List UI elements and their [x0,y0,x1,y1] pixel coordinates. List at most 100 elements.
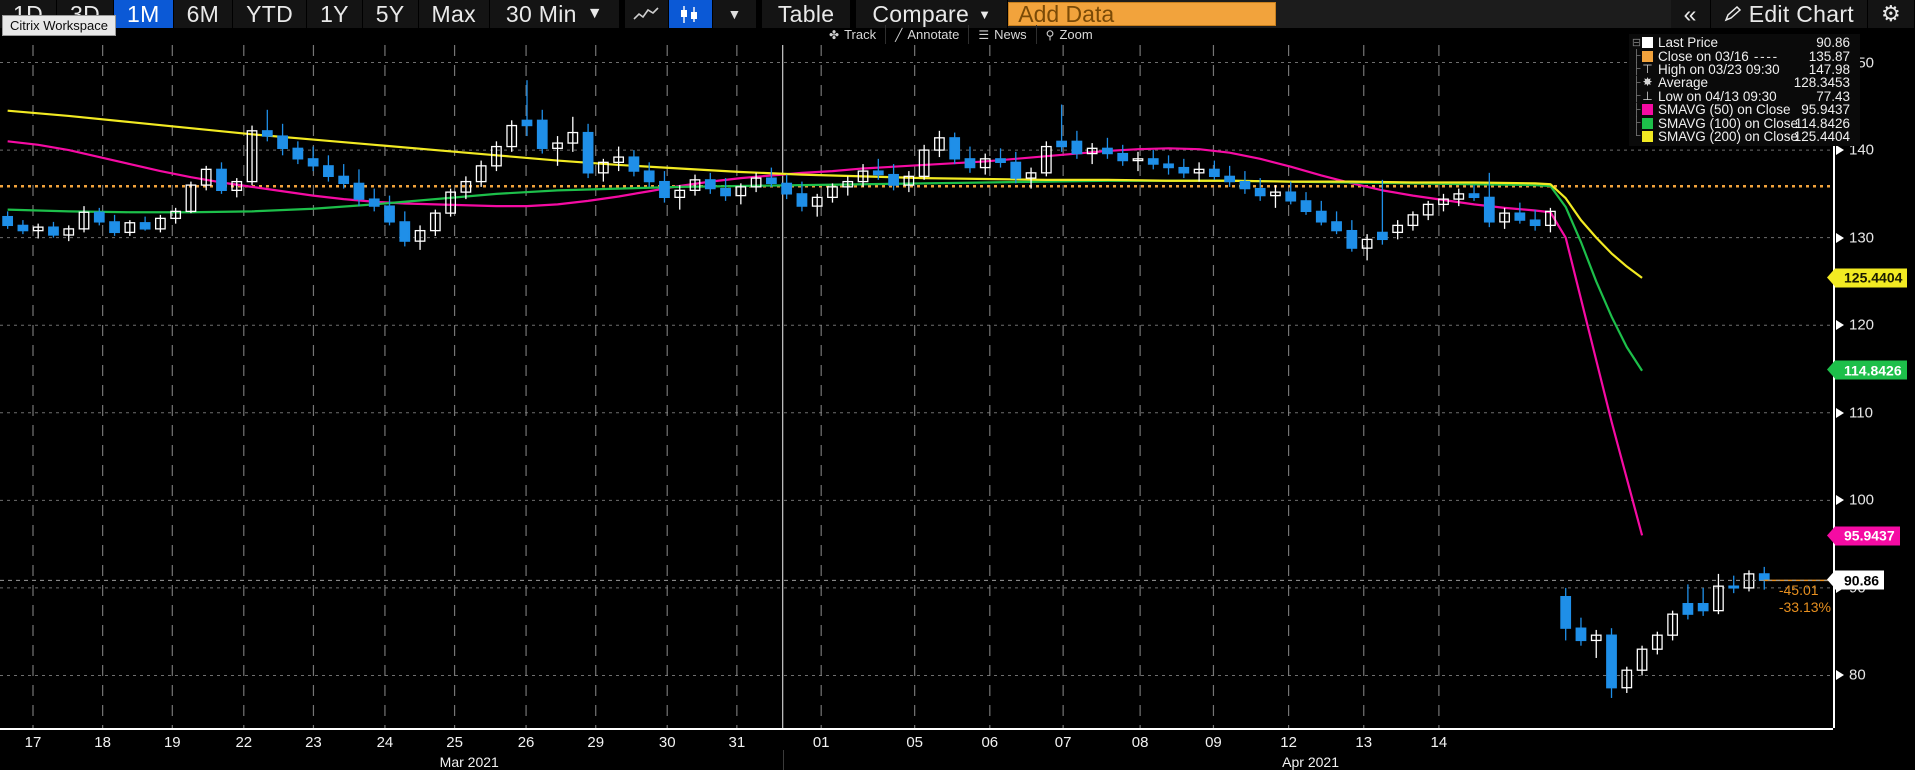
legend-row[interactable]: └ SMAVG (200) on Close 125.4404 [1631,129,1856,144]
magnifier-icon: ⚲ [1045,27,1055,42]
month-label: Apr 2021 [1282,754,1340,770]
tool-label: Zoom [1059,27,1093,42]
legend-tree-icon: ├ [1632,63,1641,76]
range-button-max[interactable]: Max [418,0,490,28]
chart-application: 1D 3D 1M 6M YTD 1Y 5Y Max 30 Min ▼ ▼ Table Comp… [0,0,1915,770]
date-tick-label: 23 [305,734,322,751]
tool-label: Track [844,27,877,42]
date-tick-label: 01 [812,734,830,751]
price-axis[interactable]: 1501401301201101009080125.4404114.842695… [1827,45,1915,728]
price-tick-label: 120 [1849,316,1875,334]
price-tick-arrow [1836,407,1844,418]
compare-label: Compare [872,0,970,27]
price-tick-label: 100 [1849,491,1875,509]
chevron-down-icon: ▼ [727,6,742,22]
price-tick-arrow [1836,320,1844,331]
legend-color-swatch [1642,37,1653,49]
legend-tree-icon: ├ [1632,117,1641,130]
legend-tree-icon: ├ [1632,90,1641,103]
date-tick-label: 09 [1205,734,1222,751]
legend-color-swatch [1642,104,1653,116]
tool-news[interactable]: ☰ News [969,25,1037,44]
interval-selector[interactable]: 30 Min ▼ [489,0,620,28]
date-tick-label: 12 [1280,734,1297,751]
tool-label: Annotate [907,27,960,42]
price-tag-90.86: 90.86 [1827,570,1885,590]
price-tick-arrow [1836,670,1844,681]
price-tag-125.4404: 125.4404 [1827,268,1908,288]
legend-row[interactable]: ├ ⊤ High on 03/23 09:30 147.98 [1631,61,1856,77]
date-tick-label: 31 [728,734,746,751]
price-tag-114.8426: 114.8426 [1827,360,1907,380]
compare-button[interactable]: Compare ▼ [856,0,1009,28]
chevron-down-icon: ▼ [978,6,992,22]
tool-zoom[interactable]: ⚲ Zoom [1037,25,1102,44]
legend-color-swatch [1642,130,1653,142]
legend-tree-icon: ├ [1632,76,1641,89]
interval-label: 30 Min [505,0,577,27]
chart-plot-area[interactable] [0,45,1833,728]
date-tick-label: 18 [94,734,111,751]
price-tag-pointer [1827,526,1835,545]
legend-row[interactable]: ├ Close on 03/16- - - -135.87 [1631,49,1856,64]
change-absolute: -45.01 [1778,582,1819,599]
legend-tree-icon: ├ [1632,50,1641,63]
range-button-ytd[interactable]: YTD [233,0,308,28]
legend-label: SMAVG (200) on Close [1658,128,1799,144]
settings-gear-icon[interactable]: ⚙ [1867,0,1915,28]
change-percent: -33.13% [1778,599,1831,616]
date-tick-label: 25 [446,734,463,751]
legend-row-content: SMAVG (200) on Close 125.4404 [1642,129,1856,144]
tool-annotate[interactable]: ╱ Annotate [886,25,970,44]
change-annotation: -45.01 -33.13% [1779,582,1831,616]
table-button[interactable]: Table [761,0,852,28]
date-tick-label: 24 [376,734,394,751]
price-tick-arrow [1836,232,1844,243]
candlestick-canvas [0,45,1833,728]
pencil-icon: ╱ [895,27,903,42]
chart-type-dropdown[interactable]: ▼ [712,0,757,28]
edit-chart-label: Edit Chart [1748,0,1854,27]
date-tick-label: 22 [235,734,253,751]
tool-track[interactable]: ✤ Track [820,25,887,44]
date-tick-label: 30 [658,734,676,751]
range-button-6m[interactable]: 6M [173,0,234,28]
legend-row[interactable]: ├ SMAVG (50) on Close 95.9437 [1631,102,1856,117]
line-chart-icon[interactable] [624,0,669,28]
edit-chart-button[interactable]: Edit Chart [1710,0,1868,28]
chart-legend: ⊟ Last Price 90.86 ├ Close on 03/16- - - -13… [1629,34,1860,147]
news-lines-icon: ☰ [978,27,990,42]
toolbar-right-group: « Edit Chart ⚙ [1670,0,1915,28]
range-button-5y[interactable]: 5Y [362,0,419,28]
legend-tree-icon: └ [1632,130,1641,143]
price-tag-95.9437: 95.9437 [1827,526,1900,546]
range-button-1y[interactable]: 1Y [307,0,363,28]
price-tick-arrow [1836,495,1844,506]
price-tag-pointer [1827,268,1835,287]
chart-tools-bar: ✤ Track ╱ Annotate ☰ News ⚲ Zoom [820,25,1102,44]
legend-row[interactable]: ├ SMAVG (100) on Close 114.8426 [1631,116,1856,131]
date-axis-line [0,728,1833,730]
price-tick-label: 110 [1849,404,1873,422]
legend-row[interactable]: ├ ✸ Average 128.3453 [1631,75,1856,90]
legend-row[interactable]: ├ ⊥ Low on 04/13 09:30 77.43 [1631,89,1856,104]
legend-color-swatch [1642,117,1653,129]
date-tick-label: 13 [1355,734,1373,751]
date-tick-label: 08 [1131,734,1149,751]
legend-marker-icon: ⊤ [1642,61,1653,76]
tooltip-citrix-workspace: Citrix Workspace [2,15,117,36]
legend-row[interactable]: ⊟ Last Price 90.86 [1631,35,1856,50]
collapse-panel-button[interactable]: « [1670,0,1711,28]
date-tick-label: 29 [587,734,605,751]
chevron-down-icon: ▼ [586,5,603,22]
crosshair-icon: ✤ [829,27,840,42]
tool-label: News [994,27,1027,42]
date-axis[interactable]: 17 18 19 22 23 24 25 26 29 30 31 01 05 06 07 08 09 12 13 14… [0,728,1833,770]
date-tick-label: 17 [24,734,42,751]
price-axis-line [1833,45,1835,728]
month-label: Mar 2021 [439,754,499,770]
range-button-1m[interactable]: 1M [114,0,174,28]
candlestick-chart-icon[interactable] [668,0,713,28]
date-tick-label: 26 [517,734,535,751]
add-data-input[interactable]: Add Data [1008,1,1277,27]
